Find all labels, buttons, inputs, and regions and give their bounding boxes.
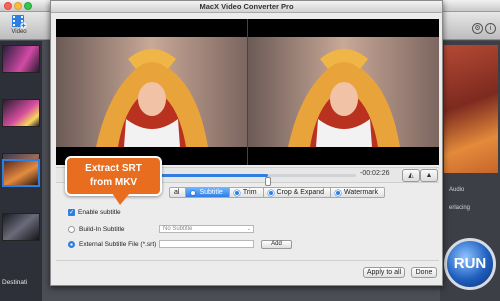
tab-label: Subtitle (199, 188, 223, 196)
builtin-subtitle-label: Build-In Subtitle (79, 226, 125, 233)
toolbar-right-icons: ⚙ i (470, 17, 496, 35)
external-subtitle-radio[interactable] (68, 241, 75, 248)
add-video-button[interactable]: Video (6, 13, 32, 39)
camera-icon: ◭ (408, 172, 414, 179)
output-preview (444, 45, 498, 173)
audio-label: Audio (449, 187, 465, 193)
callout-line-2: from MKV (89, 177, 138, 188)
external-subtitle-field[interactable] (159, 240, 254, 248)
builtin-subtitle-radio[interactable] (68, 226, 75, 233)
seek-handle[interactable] (265, 177, 271, 186)
builtin-subtitle-value: No Subtitle (163, 226, 193, 232)
tab-label: Crop & Expand (276, 188, 325, 196)
tab-trim[interactable]: Trim (229, 187, 264, 198)
subtitle-settings: ✓ Enable subtitle Build-In Subtitle No S… (56, 201, 439, 253)
tab-label: Watermark (344, 188, 378, 196)
video-toolbar-label: Video (11, 29, 27, 35)
remaining-time: -00:02:26 (360, 170, 390, 177)
chevron-down-icon: ⌄ (246, 226, 251, 232)
tab-dot-icon (267, 189, 274, 196)
file-thumbnail[interactable] (2, 45, 40, 73)
settings-icon[interactable]: ⚙ (472, 23, 483, 34)
callout-arrow (112, 193, 130, 205)
volume-button[interactable]: ▲ (420, 169, 438, 182)
tab-dot-icon (233, 189, 240, 196)
file-list (0, 41, 42, 301)
enable-subtitle-checkbox[interactable]: ✓ (68, 209, 75, 216)
seek-bar[interactable] (136, 174, 356, 186)
tab-dot-icon (190, 189, 197, 196)
edit-dialog: MacX Video Converter Pro -00:02:26 ◭ ▲ a… (50, 0, 443, 286)
file-thumbnail[interactable] (2, 213, 40, 241)
add-subtitle-button[interactable]: Add (261, 240, 292, 249)
builtin-subtitle-row[interactable]: Build-In Subtitle (68, 226, 125, 233)
footer-separator (56, 260, 439, 261)
external-subtitle-row[interactable]: External Subtitle File (*.srt) (68, 241, 156, 248)
snapshot-button[interactable]: ◭ (402, 169, 420, 182)
external-subtitle-label: External Subtitle File (*.srt) (79, 241, 157, 248)
enable-subtitle-label: Enable subtitle (78, 209, 121, 216)
tab-watermark[interactable]: Watermark (331, 187, 385, 198)
callout-line-1: Extract SRT (85, 163, 142, 174)
output-frame (248, 19, 439, 165)
tab-crop-expand[interactable]: Crop & Expand (263, 187, 332, 198)
tab-label: Trim (242, 188, 257, 196)
tab-label: al (174, 188, 180, 196)
edit-tabs: al Subtitle Trim Crop & Expand Watermark (169, 187, 385, 198)
builtin-subtitle-select[interactable]: No Subtitle ⌄ (159, 225, 254, 233)
deinterlacing-label: erlacing (449, 205, 471, 211)
enable-subtitle-row[interactable]: ✓ Enable subtitle (68, 209, 121, 216)
file-thumbnail[interactable] (2, 99, 40, 127)
apply-to-all-button[interactable]: Apply to all (363, 267, 405, 278)
tab-general[interactable]: al (169, 187, 187, 198)
film-add-icon (12, 15, 27, 29)
tab-dot-icon (335, 189, 342, 196)
video-preview (56, 19, 439, 165)
info-icon[interactable]: i (485, 23, 496, 34)
file-thumbnail-selected[interactable] (2, 159, 40, 187)
callout-badge: Extract SRT from MKV (65, 156, 162, 196)
destination-label: Destinati (2, 279, 28, 286)
warning-icon: ▲ (425, 172, 433, 179)
done-button[interactable]: Done (411, 267, 437, 278)
original-frame (56, 19, 247, 165)
run-button[interactable]: RUN (444, 238, 496, 290)
tab-subtitle[interactable]: Subtitle (186, 187, 230, 198)
dialog-title: MacX Video Converter Pro (199, 2, 294, 11)
dialog-titlebar: MacX Video Converter Pro (51, 1, 442, 13)
